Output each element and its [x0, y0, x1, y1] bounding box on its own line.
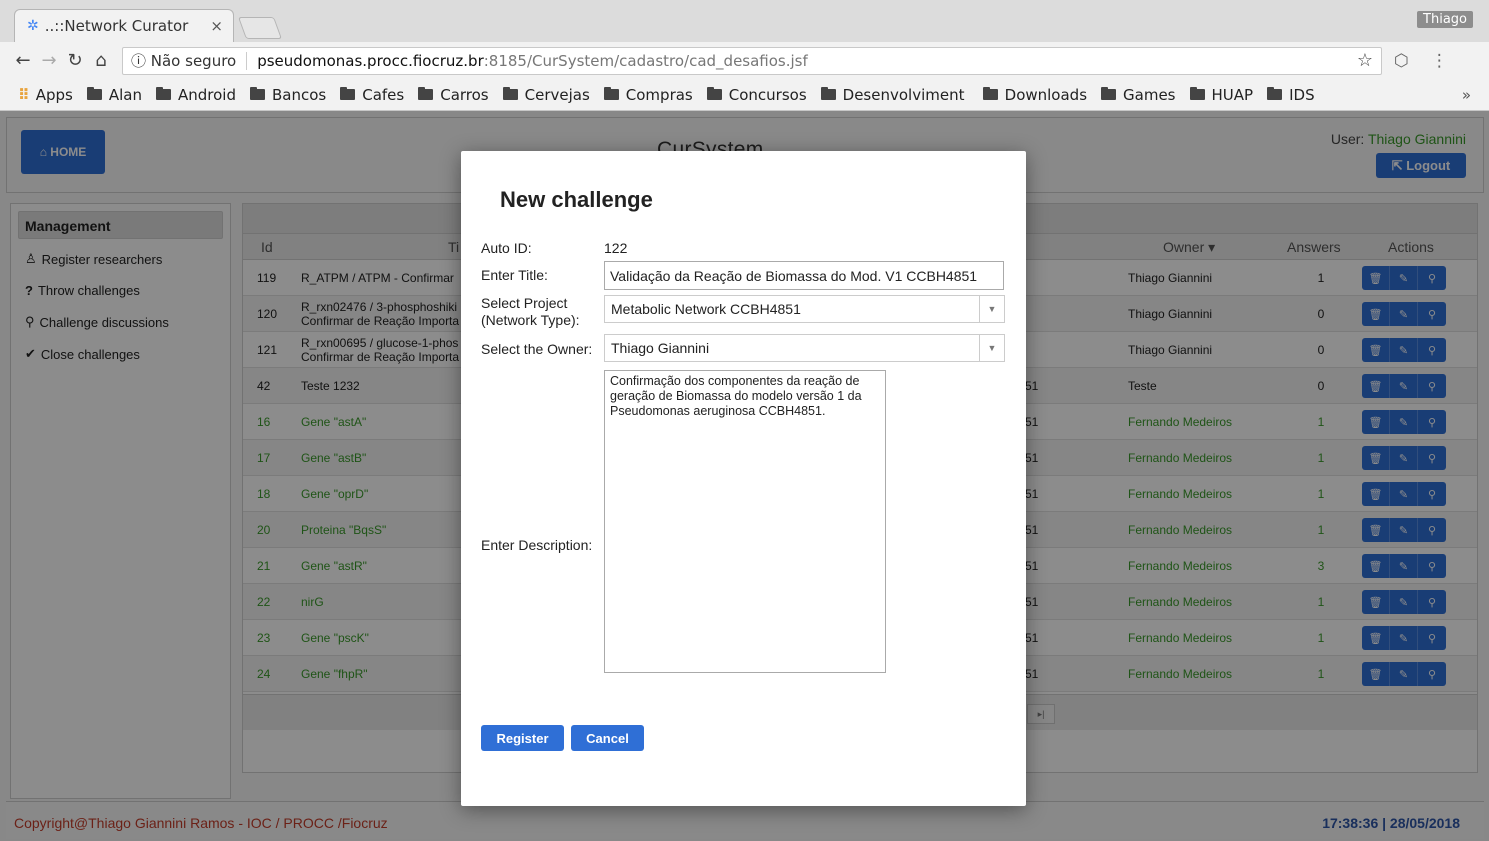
tab-close-icon[interactable]: × [210, 17, 223, 35]
chevron-down-icon[interactable]: ▼ [979, 335, 1004, 361]
browser-titlebar: ✲ ..::Network Curator × Thiago [0, 0, 1489, 42]
extension-shield-icon[interactable]: ⬡ [1394, 51, 1409, 71]
url-path: :8185/CurSystem/cadastro/cad_desafios.js… [483, 51, 808, 70]
security-indicator[interactable]: ⓘ Não seguro [131, 50, 236, 71]
folder-icon [502, 87, 518, 100]
owner-select-value: Thiago Giannini [611, 340, 710, 356]
browser-tab[interactable]: ✲ ..::Network Curator × [14, 9, 234, 42]
dialog-title: New challenge [500, 187, 653, 212]
reload-icon[interactable]: ↻ [62, 50, 88, 71]
network-favicon-icon: ✲ [27, 18, 39, 34]
bookmark-folder[interactable]: Android [155, 86, 236, 104]
folder-icon [706, 87, 722, 100]
new-tab-button[interactable] [237, 17, 283, 39]
bookmark-folder[interactable]: HUAP [1189, 86, 1253, 104]
bookmark-folder[interactable]: Bancos [249, 86, 326, 104]
title-label: Enter Title: [481, 267, 548, 283]
url-host: pseudomonas.procc.fiocruz.br [257, 51, 484, 70]
bookmark-folder[interactable]: Games [1101, 86, 1176, 104]
bookmark-folder[interactable]: Cervejas [502, 86, 590, 104]
browser-navbar: ← → ↻ ⌂ ⓘ Não seguro pseudomonas.procc.f… [0, 42, 1489, 79]
new-challenge-dialog: New challenge Auto ID: 122 Enter Title: … [461, 151, 1026, 806]
auto-id-value: 122 [604, 240, 628, 256]
bookmark-folder[interactable]: Carros [418, 86, 489, 104]
back-icon[interactable]: ← [10, 50, 36, 71]
owner-label: Select the Owner: [481, 341, 593, 357]
bookmark-star-icon[interactable]: ☆ [1357, 50, 1373, 71]
folder-icon [1267, 87, 1283, 100]
bookmark-folder[interactable]: IDS [1267, 86, 1315, 104]
tab-title: ..::Network Curator [44, 17, 189, 35]
bookmark-folder[interactable]: Concursos [706, 86, 807, 104]
bookmarks-bar: ⠿ Apps Alan Android Bancos Cafes Carros C… [0, 79, 1489, 111]
apps-grid-icon: ⠿ [18, 85, 30, 104]
owner-select[interactable]: Thiago Giannini ▼ [604, 334, 1005, 362]
bookmark-apps[interactable]: ⠿ Apps [18, 86, 73, 104]
folder-icon [820, 87, 836, 100]
bookmark-folder[interactable]: Desenvolviment [820, 86, 969, 104]
folder-icon [603, 87, 619, 100]
forward-icon[interactable]: → [36, 50, 62, 71]
bookmark-folder[interactable]: Alan [86, 86, 142, 104]
bookmark-folder[interactable]: Downloads [982, 86, 1087, 104]
cancel-button[interactable]: Cancel [571, 725, 644, 751]
project-select[interactable]: Metabolic Network CCBH4851 ▼ [604, 295, 1005, 323]
chevron-down-icon[interactable]: ▼ [979, 296, 1004, 322]
folder-icon [86, 87, 102, 100]
folder-icon [1189, 87, 1205, 100]
project-select-value: Metabolic Network CCBH4851 [611, 301, 801, 317]
folder-icon [340, 87, 356, 100]
folder-icon [155, 87, 171, 100]
description-textarea[interactable]: Confirmação dos componentes da reação de… [604, 370, 886, 673]
folder-icon [982, 87, 998, 100]
browser-menu-icon[interactable]: ⋮ [1431, 51, 1448, 71]
auto-id-label: Auto ID: [481, 240, 532, 256]
home-icon[interactable]: ⌂ [88, 50, 114, 71]
bookmarks-overflow-icon[interactable]: » [1462, 86, 1471, 104]
title-input[interactable] [604, 261, 1004, 290]
folder-icon [249, 87, 265, 100]
folder-icon [418, 87, 434, 100]
bookmark-folder[interactable]: Cafes [340, 86, 404, 104]
profile-badge[interactable]: Thiago [1417, 11, 1473, 28]
register-button[interactable]: Register [481, 725, 564, 751]
description-label: Enter Description: [481, 537, 593, 553]
address-separator [246, 51, 248, 70]
folder-icon [1101, 87, 1117, 100]
project-label: Select Project (Network Type): [481, 295, 580, 328]
bookmark-folder[interactable]: Compras [603, 86, 693, 104]
address-bar[interactable]: ⓘ Não seguro pseudomonas.procc.fiocruz.b… [122, 46, 1382, 75]
